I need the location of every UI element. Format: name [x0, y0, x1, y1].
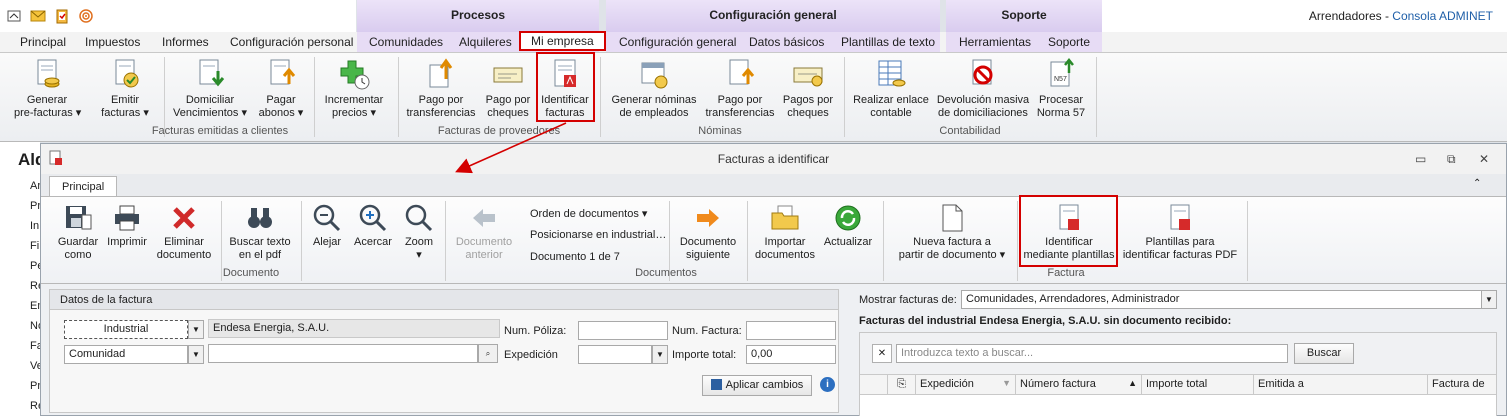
annotation-arrow [455, 122, 567, 174]
